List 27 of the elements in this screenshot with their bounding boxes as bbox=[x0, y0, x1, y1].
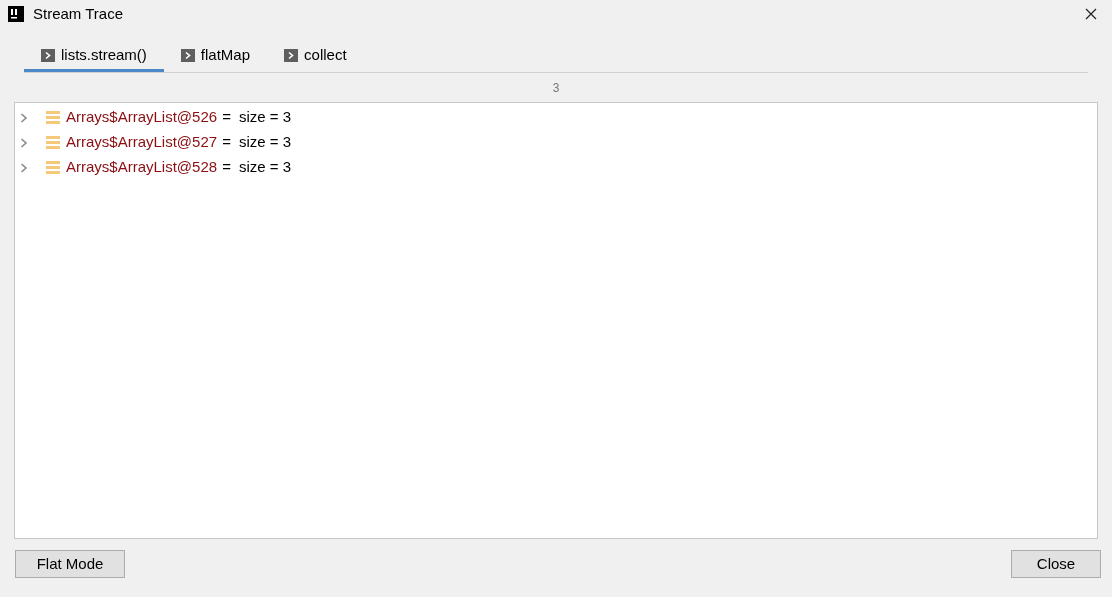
chevron-icon[interactable] bbox=[20, 112, 28, 123]
list-icon bbox=[46, 136, 60, 149]
variable-value: size = 3 bbox=[238, 107, 291, 128]
chevron-icon[interactable] bbox=[20, 162, 28, 173]
list-icon bbox=[46, 161, 60, 174]
tab[interactable]: lists.stream() bbox=[24, 42, 164, 72]
equals-sign: = bbox=[222, 107, 231, 128]
console-icon bbox=[180, 49, 195, 62]
close-icon[interactable] bbox=[1085, 8, 1097, 20]
console-icon bbox=[41, 49, 55, 62]
window-title: Stream Trace bbox=[33, 3, 125, 24]
variable-name: Arrays$ArrayList@528 bbox=[66, 157, 218, 178]
variable-value: size = 3 bbox=[238, 157, 291, 178]
tab[interactable]: flatMap bbox=[163, 42, 268, 72]
chevron-icon[interactable] bbox=[20, 137, 28, 148]
app-icon bbox=[8, 6, 24, 22]
item-count: 3 bbox=[552, 80, 560, 97]
equals-sign: = bbox=[222, 157, 231, 178]
close-button[interactable]: Close bbox=[1011, 550, 1101, 578]
flat-mode-button[interactable]: Flat Mode bbox=[15, 550, 125, 578]
tab[interactable]: collect bbox=[267, 42, 364, 72]
list-icon bbox=[46, 111, 60, 124]
variable-value: size = 3 bbox=[238, 132, 291, 153]
variable-name: Arrays$ArrayList@527 bbox=[66, 132, 218, 153]
equals-sign: = bbox=[222, 132, 231, 153]
console-icon bbox=[284, 49, 299, 62]
variable-name: Arrays$ArrayList@526 bbox=[66, 107, 218, 128]
